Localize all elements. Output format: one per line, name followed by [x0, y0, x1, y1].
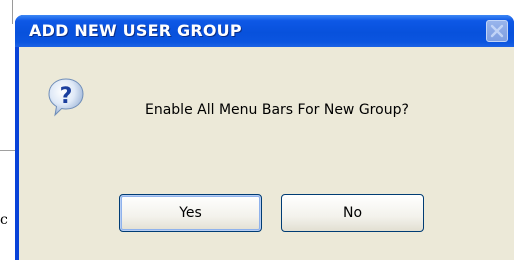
dialog-body: ? Enable All Menu Bars For New Group? Ye…	[19, 47, 514, 260]
dialog-title: ADD NEW USER GROUP	[29, 21, 242, 40]
background-divider	[12, 0, 13, 24]
message-dialog: ADD NEW USER GROUP ? Enable All Menu Bar…	[15, 15, 514, 260]
no-button[interactable]: No	[281, 194, 424, 232]
background-text-fragment: c	[0, 212, 8, 228]
close-button[interactable]	[486, 20, 508, 42]
svg-text:?: ?	[60, 84, 73, 109]
dialog-message: Enable All Menu Bars For New Group?	[145, 102, 409, 118]
dialog-title-bar[interactable]: ADD NEW USER GROUP	[15, 15, 514, 47]
yes-button[interactable]: Yes	[119, 194, 262, 232]
question-icon: ?	[48, 78, 84, 117]
background-rule	[0, 150, 15, 151]
close-icon	[490, 24, 504, 38]
